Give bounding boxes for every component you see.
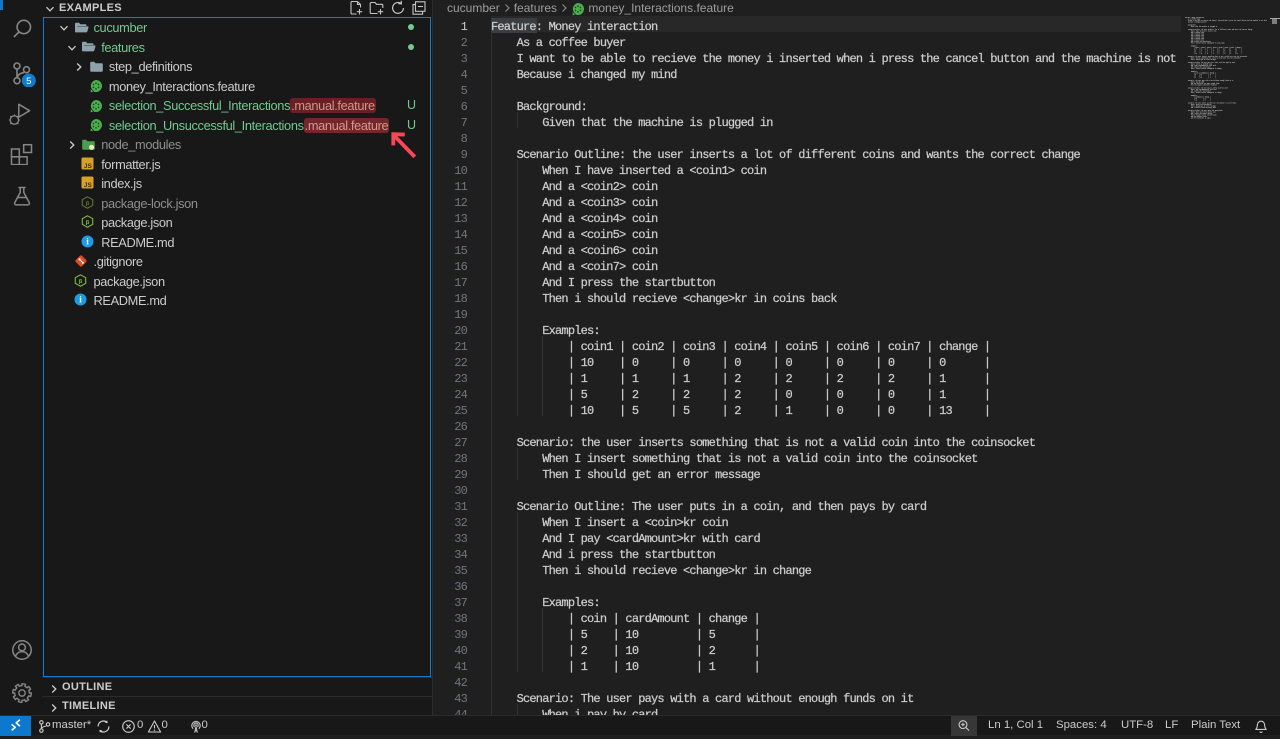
svg-text:5: 5 xyxy=(26,76,31,87)
svg-text:β: β xyxy=(86,220,90,226)
svg-text:β: β xyxy=(86,201,90,207)
svg-text:JS: JS xyxy=(84,163,93,170)
svg-text:JS: JS xyxy=(84,182,93,189)
svg-text:β: β xyxy=(78,279,82,285)
